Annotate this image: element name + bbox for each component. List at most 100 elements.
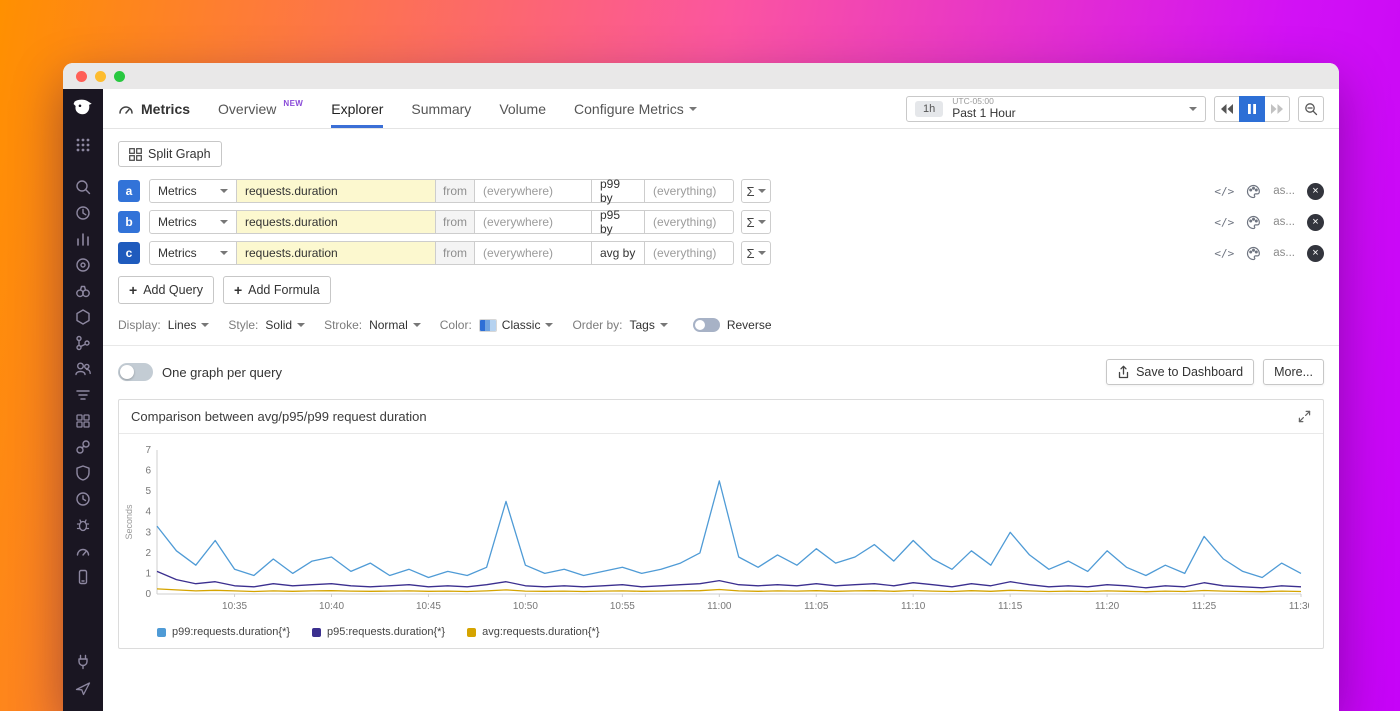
chevron-down-icon [220, 220, 228, 224]
watchdog-icon[interactable] [74, 252, 92, 278]
metric-name-input[interactable]: requests.duration [236, 241, 436, 265]
rum-mobile-icon[interactable] [74, 564, 92, 590]
query-source-select[interactable]: Metrics [149, 241, 237, 265]
save-to-dashboard-label: Save to Dashboard [1136, 365, 1243, 379]
stroke-select[interactable]: Normal [369, 318, 421, 332]
as-function-button[interactable]: as... [1273, 247, 1295, 259]
legend-item-p99[interactable]: p99:requests.duration{*} [157, 626, 290, 638]
remove-query-button[interactable]: × [1307, 183, 1324, 200]
query-letter-badge[interactable]: c [118, 242, 140, 264]
window-maximize-button[interactable] [114, 71, 125, 82]
metrics-brand: Metrics [118, 89, 190, 128]
legend-swatch [467, 628, 476, 637]
as-function-button[interactable]: as... [1273, 216, 1295, 228]
save-to-dashboard-button[interactable]: Save to Dashboard [1106, 359, 1254, 385]
search-icon[interactable] [74, 174, 92, 200]
display-select[interactable]: Lines [168, 318, 210, 332]
space-aggregation-button[interactable]: Σ [741, 179, 771, 203]
forward-button[interactable] [1264, 96, 1290, 122]
metric-name-input[interactable]: requests.duration [236, 210, 436, 234]
metric-name-input[interactable]: requests.duration [236, 179, 436, 203]
tab-summary[interactable]: Summary [411, 89, 471, 128]
space-aggregation-button[interactable]: Σ [741, 241, 771, 265]
history-icon[interactable] [74, 200, 92, 226]
scope-filter-input[interactable]: (everywhere) [474, 210, 592, 234]
order-by-select[interactable]: Tags [629, 318, 667, 332]
remove-query-button[interactable]: × [1307, 214, 1324, 231]
time-range-selector[interactable]: 1h UTC-05:00 Past 1 Hour [906, 96, 1206, 122]
aggregator-select[interactable]: avg by [591, 241, 645, 265]
one-graph-per-query-toggle[interactable] [118, 363, 153, 381]
integrations-plug-icon[interactable] [74, 649, 92, 675]
timeseries-chart[interactable]: 0123456710:3510:4010:4510:5010:5511:0011… [123, 442, 1309, 626]
more-button[interactable]: More... [1263, 359, 1324, 385]
code-icon[interactable]: </> [1214, 185, 1234, 198]
query-letter-badge[interactable]: a [118, 180, 140, 202]
aggregator-select[interactable]: p99 by [591, 179, 645, 203]
palette-icon[interactable] [1246, 184, 1261, 199]
space-aggregation-button[interactable]: Σ [741, 210, 771, 234]
svg-text:11:00: 11:00 [707, 601, 732, 612]
add-query-label: Add Query [143, 283, 203, 297]
bug-icon[interactable] [74, 512, 92, 538]
sidebar [63, 89, 103, 711]
window-minimize-button[interactable] [95, 71, 106, 82]
zoom-out-button[interactable] [1298, 96, 1324, 122]
pause-button[interactable] [1239, 96, 1265, 122]
window-close-button[interactable] [76, 71, 87, 82]
hunt-icon[interactable] [74, 278, 92, 304]
group-by-input[interactable]: (everything) [644, 210, 734, 234]
code-icon[interactable]: </> [1214, 247, 1234, 260]
query-source-label: Metrics [158, 215, 197, 229]
more-label: More... [1274, 365, 1313, 379]
logs-icon[interactable] [74, 382, 92, 408]
add-query-button[interactable]: + Add Query [118, 276, 214, 304]
reverse-toggle[interactable] [693, 318, 720, 332]
apps-grid-icon[interactable] [74, 132, 92, 158]
svg-text:10:45: 10:45 [416, 601, 441, 612]
query-letter-badge[interactable]: b [118, 211, 140, 233]
synthetics-icon[interactable] [74, 434, 92, 460]
ci-pipelines-icon[interactable] [74, 330, 92, 356]
sigma-icon: Σ [746, 184, 754, 199]
playback-controls [1214, 96, 1290, 122]
palette-icon[interactable] [1246, 246, 1261, 261]
color-select[interactable]: Classic [479, 318, 554, 332]
tab-configure-metrics[interactable]: Configure Metrics [574, 89, 697, 128]
tab-explorer[interactable]: Explorer [331, 89, 383, 128]
gauge-icon[interactable] [74, 538, 92, 564]
palette-icon[interactable] [1246, 215, 1261, 230]
tab-volume[interactable]: Volume [499, 89, 546, 128]
scope-filter-input[interactable]: (everywhere) [474, 179, 592, 203]
metrics-bars-icon[interactable] [74, 226, 92, 252]
scope-filter-input[interactable]: (everywhere) [474, 241, 592, 265]
stroke-label: Stroke: [324, 318, 362, 332]
group-by-input[interactable]: (everything) [644, 179, 734, 203]
group-by-input[interactable]: (everything) [644, 241, 734, 265]
code-icon[interactable]: </> [1214, 216, 1234, 229]
remove-query-button[interactable]: × [1307, 245, 1324, 262]
as-function-button[interactable]: as... [1273, 185, 1295, 197]
split-graph-label: Split Graph [148, 147, 211, 161]
monitors-clock-icon[interactable] [74, 486, 92, 512]
dashboards-icon[interactable] [74, 408, 92, 434]
users-icon[interactable] [74, 356, 92, 382]
split-graph-button[interactable]: Split Graph [118, 141, 222, 167]
legend-item-p95[interactable]: p95:requests.duration{*} [312, 626, 445, 638]
legend-item-avg[interactable]: avg:requests.duration{*} [467, 626, 599, 638]
setup-plane-icon[interactable] [74, 675, 92, 701]
legend-label: avg:requests.duration{*} [482, 626, 599, 638]
rewind-button[interactable] [1214, 96, 1240, 122]
tab-overview[interactable]: OverviewNEW [218, 89, 303, 128]
query-source-select[interactable]: Metrics [149, 210, 237, 234]
add-formula-button[interactable]: + Add Formula [223, 276, 331, 304]
security-shield-icon[interactable] [74, 460, 92, 486]
datadog-logo[interactable] [70, 96, 96, 122]
query-source-select[interactable]: Metrics [149, 179, 237, 203]
expand-icon[interactable] [1298, 410, 1311, 423]
aggregator-select[interactable]: p95 by [591, 210, 645, 234]
app-window: Metrics OverviewNEW Explorer Summary Vol… [63, 63, 1339, 711]
query-row-b: b Metrics requests.duration from (everyw… [118, 210, 1324, 234]
infrastructure-icon[interactable] [74, 304, 92, 330]
style-select[interactable]: Solid [265, 318, 305, 332]
